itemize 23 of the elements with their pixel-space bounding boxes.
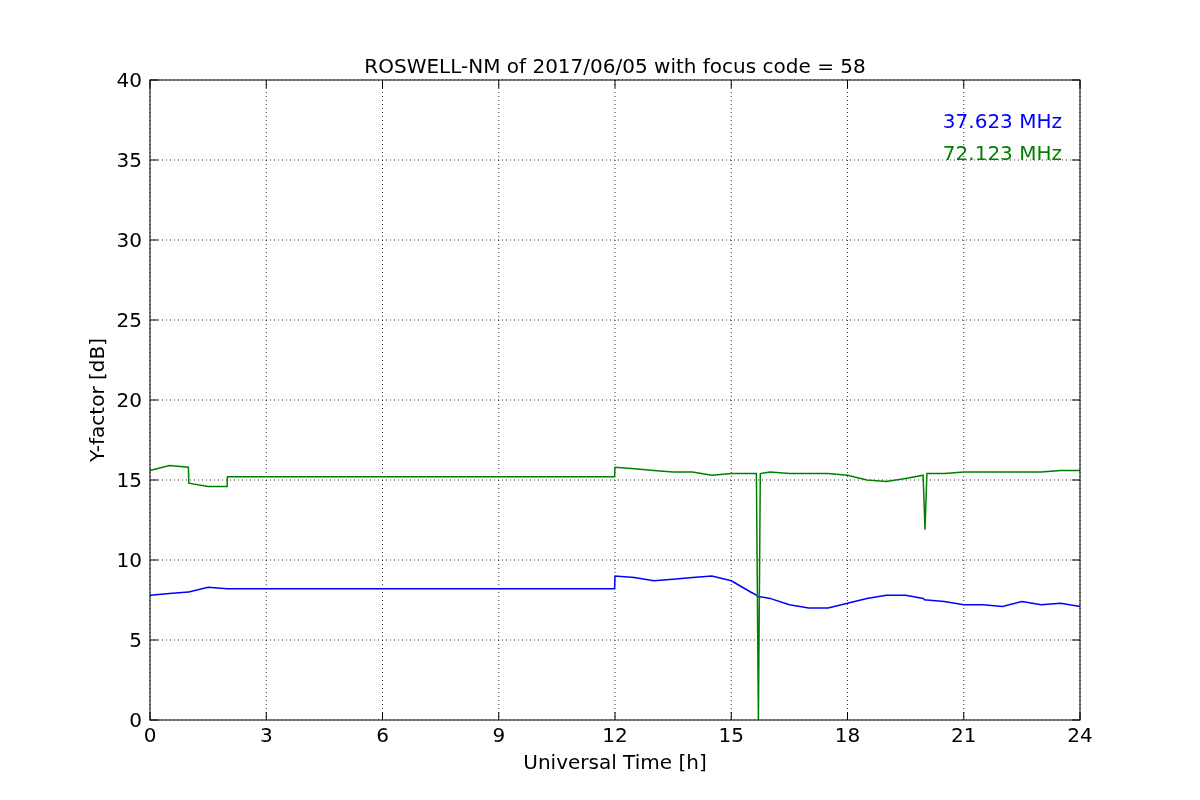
y-tick-label: 0	[129, 708, 142, 732]
legend-label: 72.123 MHz	[942, 141, 1062, 165]
x-axis-label: Universal Time [h]	[523, 750, 707, 774]
y-axis-label: Y-factor [dB]	[85, 338, 109, 462]
y-tick-label: 40	[116, 68, 142, 92]
y-tick-label: 5	[129, 628, 142, 652]
x-tick-label: 3	[259, 723, 273, 747]
x-tick-label: 15	[718, 723, 744, 747]
y-tick-label: 10	[116, 548, 142, 572]
chart-title: ROSWELL-NM of 2017/06/05 with focus code = 58	[364, 54, 866, 78]
x-tick-label: 12	[602, 723, 628, 747]
x-tick-label: 21	[951, 723, 977, 747]
legend-label: 37.623 MHz	[942, 109, 1062, 133]
x-tick-label: 24	[1067, 723, 1093, 747]
y-tick-label: 20	[116, 388, 142, 412]
y-tick-label: 30	[116, 228, 142, 252]
y-tick-label: 15	[116, 468, 142, 492]
y-tick-label: 35	[116, 148, 142, 172]
x-tick-label: 0	[143, 723, 157, 747]
x-tick-label: 9	[492, 723, 506, 747]
x-tick-label: 18	[834, 723, 861, 747]
x-tick-label: 6	[376, 723, 389, 747]
y-tick-label: 25	[116, 308, 142, 332]
